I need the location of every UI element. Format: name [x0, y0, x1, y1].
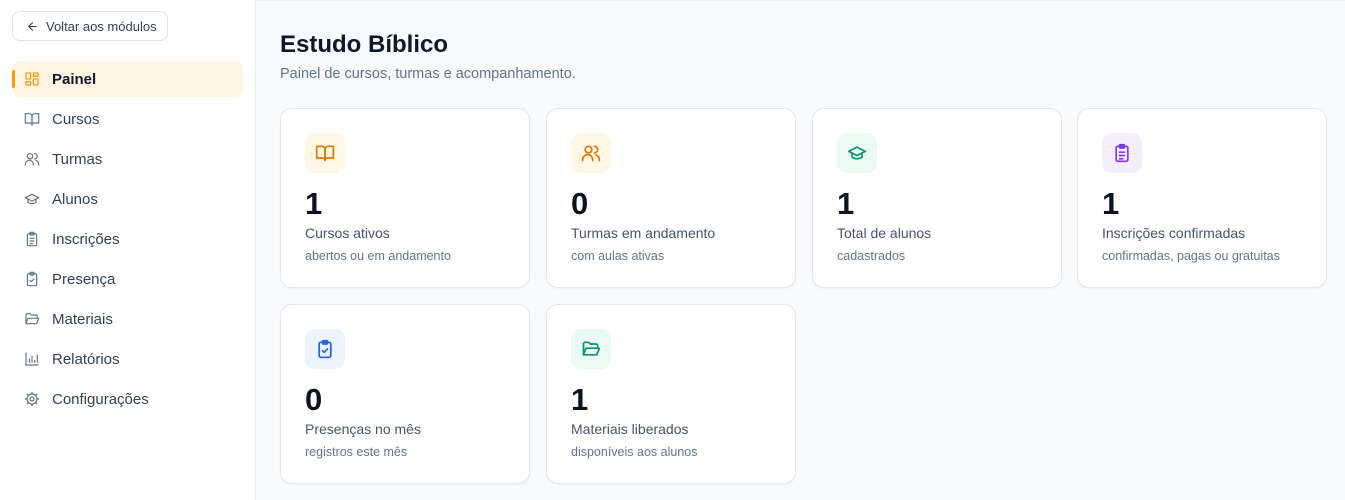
stat-value: 1 [571, 382, 589, 417]
sidebar-item-label: Relatórios [52, 350, 120, 368]
sidebar: Voltar aos módulos Painel Cursos Turmas … [0, 0, 256, 500]
graduation-cap-icon [837, 133, 877, 173]
stat-label: Total de alunos [837, 225, 932, 241]
stat-description: disponíveis aos alunos [571, 445, 698, 459]
sidebar-item-alunos[interactable]: Alunos [12, 181, 243, 217]
stat-description: registros este mês [305, 445, 408, 459]
sidebar-item-label: Painel [52, 70, 97, 88]
sidebar-item-label: Inscrições [52, 230, 120, 248]
graduation-cap-icon [24, 191, 40, 207]
sidebar-item-inscricoes[interactable]: Inscrições [12, 221, 243, 257]
stat-card-cursos-ativos[interactable]: 1 Cursos ativos abertos ou em andamento [280, 108, 530, 288]
stat-card-inscricoes[interactable]: 1 Inscrições confirmadas confirmadas, pa… [1077, 108, 1327, 288]
bar-chart-icon [24, 351, 40, 367]
stat-description: abertos ou em andamento [305, 249, 451, 263]
sidebar-nav: Painel Cursos Turmas Alunos Inscrições P… [12, 61, 243, 421]
stat-description: com aulas ativas [571, 249, 665, 263]
back-to-modules-button[interactable]: Voltar aos módulos [12, 11, 168, 41]
gear-icon [24, 391, 40, 407]
sidebar-item-label: Configurações [52, 390, 149, 408]
stat-card-turmas[interactable]: 0 Turmas em andamento com aulas ativas [546, 108, 796, 288]
stat-value: 0 [305, 382, 323, 417]
stat-value: 1 [1102, 186, 1120, 221]
sidebar-item-configuracoes[interactable]: Configurações [12, 381, 243, 417]
stat-label: Materiais liberados [571, 421, 689, 437]
stat-label: Cursos ativos [305, 225, 390, 241]
page-title: Estudo Bíblico [280, 31, 448, 58]
clipboard-check-icon [305, 329, 345, 369]
clipboard-list-icon [24, 231, 40, 247]
clipboard-list-icon [1102, 133, 1142, 173]
sidebar-item-label: Cursos [52, 110, 100, 128]
sidebar-item-painel[interactable]: Painel [12, 61, 243, 97]
sidebar-item-label: Presença [52, 270, 116, 288]
stat-card-materiais[interactable]: 1 Materiais liberados disponíveis aos al… [546, 304, 796, 484]
sidebar-item-materiais[interactable]: Materiais [12, 301, 243, 337]
arrow-left-icon [28, 21, 37, 31]
dashboard-icon [24, 71, 40, 87]
stat-description: cadastrados [837, 249, 906, 263]
stat-value: 1 [837, 186, 855, 221]
back-button-label: Voltar aos módulos [46, 18, 157, 34]
book-icon [305, 133, 345, 173]
main-content: Estudo Bíblico Painel de cursos, turmas … [256, 0, 1345, 500]
stat-value: 0 [571, 186, 589, 221]
sidebar-item-relatorios[interactable]: Relatórios [12, 341, 243, 377]
folder-open-icon [571, 329, 611, 369]
stat-description: confirmadas, pagas ou gratuitas [1102, 249, 1280, 263]
sidebar-item-label: Turmas [52, 150, 103, 168]
folder-open-icon [24, 311, 40, 327]
page-subtitle: Painel de cursos, turmas e acompanhament… [280, 66, 576, 82]
users-icon [24, 151, 40, 167]
stat-label: Presenças no mês [305, 421, 421, 437]
sidebar-item-label: Alunos [52, 190, 98, 208]
sidebar-item-label: Materiais [52, 310, 113, 328]
stat-card-alunos[interactable]: 1 Total de alunos cadastrados [812, 108, 1062, 288]
stat-value: 1 [305, 186, 323, 221]
book-icon [24, 111, 40, 127]
sidebar-item-turmas[interactable]: Turmas [12, 141, 243, 177]
users-icon [571, 133, 611, 173]
sidebar-item-presenca[interactable]: Presença [12, 261, 243, 297]
stat-label: Inscrições confirmadas [1102, 225, 1246, 241]
clipboard-check-icon [24, 271, 40, 287]
stat-card-presencas[interactable]: 0 Presenças no mês registros este mês [280, 304, 530, 484]
stat-label: Turmas em andamento [571, 225, 716, 241]
sidebar-item-cursos[interactable]: Cursos [12, 101, 243, 137]
